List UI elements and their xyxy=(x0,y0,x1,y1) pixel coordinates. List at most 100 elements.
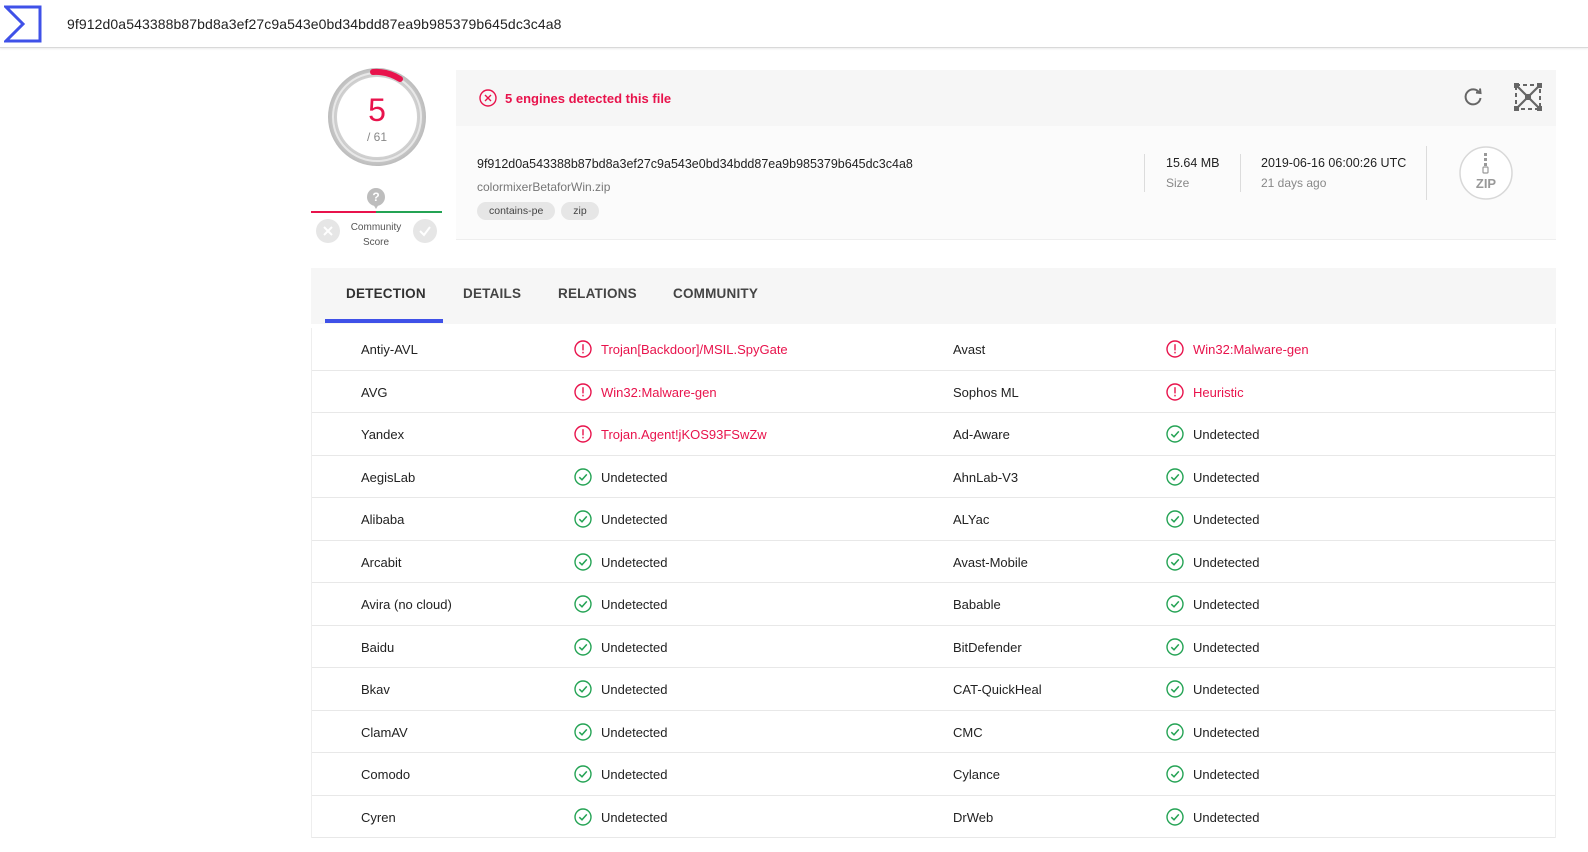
file-type-label: ZIP xyxy=(1475,176,1497,191)
engine-name: AegisLab xyxy=(361,469,416,485)
engine-name: Avast-Mobile xyxy=(953,554,1028,570)
engine-name: Ad-Aware xyxy=(953,427,1010,442)
detection-table: Antiy-AVL Trojan[Backdoor]/MSIL.SpyGate Av… xyxy=(311,328,1556,838)
engine-name: Cyren xyxy=(361,809,396,825)
file-size-value: 15.64 MB xyxy=(1166,156,1220,170)
alert-circle-icon xyxy=(574,425,592,443)
detection-result: Undetected xyxy=(601,597,668,612)
detection-result: Undetected xyxy=(601,512,668,527)
table-row: Yandex Trojan.Agent!jKOS93FSwZw Ad-Aware Un… xyxy=(312,413,1555,456)
refresh-icon[interactable] xyxy=(1462,86,1484,108)
table-row: Antiy-AVL Trojan[Backdoor]/MSIL.SpyGate Av… xyxy=(312,328,1555,371)
detection-result: Undetected xyxy=(1193,469,1260,485)
engine-name: AVG xyxy=(361,384,388,400)
engine-name: Comodo xyxy=(361,767,411,782)
divider xyxy=(1426,146,1427,200)
file-tags: contains-pe zip xyxy=(477,202,599,220)
detection-result: Undetected xyxy=(1193,554,1260,570)
detection-result: Undetected xyxy=(601,809,668,825)
tab-detection[interactable]: DETECTION xyxy=(346,286,426,301)
tag-zip[interactable]: zip xyxy=(561,202,599,220)
check-circle-icon xyxy=(574,637,592,656)
table-row: Alibaba Undetected ALYac Undetected xyxy=(312,498,1555,541)
detection-result[interactable]: Trojan.Agent!jKOS93FSwZw xyxy=(601,427,767,442)
alert-circle-icon xyxy=(1166,382,1184,401)
zip-file-type-icon: ZIP xyxy=(1458,145,1514,201)
engine-name: Bkav xyxy=(361,682,390,697)
divider xyxy=(1144,154,1145,192)
detection-result: Undetected xyxy=(601,724,668,740)
detection-result: Undetected xyxy=(1193,597,1260,612)
analysis-date-value: 2019-06-16 06:00:26 UTC xyxy=(1261,156,1407,170)
virustotal-logo-icon[interactable] xyxy=(4,5,42,43)
table-row: Baidu Undetected BitDefender Undetected xyxy=(312,626,1555,668)
check-circle-icon xyxy=(574,552,592,571)
tab-community[interactable]: COMMUNITY xyxy=(673,286,758,301)
detection-result: Undetected xyxy=(601,639,668,655)
table-row: ClamAV Undetected CMC Undetected xyxy=(312,711,1555,753)
check-circle-icon xyxy=(574,595,592,613)
detection-result[interactable]: Trojan[Backdoor]/MSIL.SpyGate xyxy=(601,342,788,357)
detection-result: Undetected xyxy=(601,469,668,485)
check-circle-icon xyxy=(1166,637,1184,656)
engine-name: DrWeb xyxy=(953,809,994,825)
engine-name: Avira (no cloud) xyxy=(361,597,452,612)
community-score: ? Community Score xyxy=(311,186,442,252)
tab-relations[interactable]: RELATIONS xyxy=(558,286,637,301)
check-circle-icon xyxy=(574,510,592,528)
check-circle-icon xyxy=(574,680,592,698)
engine-name: CAT-QuickHeal xyxy=(953,682,1042,697)
check-circle-icon xyxy=(1166,510,1184,528)
engine-name: ALYac xyxy=(953,512,990,527)
check-circle-icon xyxy=(1166,807,1184,826)
check-icon xyxy=(419,226,431,237)
alert-circle-icon xyxy=(1166,340,1184,358)
check-circle-icon xyxy=(1166,680,1184,698)
table-row: Avira (no cloud) Undetected Babable Undetec… xyxy=(312,583,1555,626)
search-input[interactable]: 9f912d0a543388b87bd8a3ef27c9a543e0bd34bd… xyxy=(67,16,562,32)
file-hash[interactable]: 9f912d0a543388b87bd8a3ef27c9a543e0bd34bd… xyxy=(477,157,913,171)
table-row: Bkav Undetected CAT-QuickHeal Undetected xyxy=(312,668,1555,711)
check-circle-icon xyxy=(1166,425,1184,443)
total-engines: / 61 xyxy=(366,130,387,144)
detection-result[interactable]: Win32:Malware-gen xyxy=(601,385,717,400)
active-tab-indicator xyxy=(325,319,443,323)
check-circle-icon xyxy=(1166,552,1184,571)
detection-result[interactable]: Heuristic xyxy=(1193,385,1244,400)
check-circle-icon xyxy=(1166,765,1184,783)
engine-name: Avast xyxy=(953,342,986,357)
detection-result[interactable]: Win32:Malware-gen xyxy=(1193,342,1309,357)
error-circle-icon xyxy=(479,89,497,107)
detection-result: Undetected xyxy=(1193,427,1260,442)
check-circle-icon xyxy=(574,765,592,783)
detection-result: Undetected xyxy=(1193,639,1260,655)
check-circle-icon xyxy=(1166,595,1184,613)
file-name: colormixerBetaforWin.zip xyxy=(477,180,611,194)
alert-circle-icon xyxy=(574,340,592,358)
file-info-panel: 9f912d0a543388b87bd8a3ef27c9a543e0bd34bd… xyxy=(456,126,1556,240)
detection-result: Undetected xyxy=(601,682,668,697)
vote-harmful-button[interactable] xyxy=(316,219,340,243)
detection-result: Undetected xyxy=(601,767,668,782)
graph-icon[interactable] xyxy=(1513,82,1543,112)
tag-contains-pe[interactable]: contains-pe xyxy=(477,202,556,220)
tab-details[interactable]: DETAILS xyxy=(463,286,521,301)
detection-result: Undetected xyxy=(1193,809,1260,825)
table-row: Arcabit Undetected Avast-Mobile Undetected xyxy=(312,541,1555,583)
alert-text: 5 engines detected this file xyxy=(505,91,672,106)
vote-harmless-button[interactable] xyxy=(413,219,437,243)
detection-alert-bar: 5 engines detected this file xyxy=(456,70,1556,126)
check-circle-icon xyxy=(574,467,592,486)
alert-circle-icon xyxy=(574,382,592,401)
engine-name: Arcabit xyxy=(361,554,402,570)
detection-result: Undetected xyxy=(1193,682,1260,697)
check-circle-icon xyxy=(1166,722,1184,741)
engine-name: Cylance xyxy=(953,767,1000,782)
detection-result: Undetected xyxy=(1193,724,1260,740)
engine-name: Alibaba xyxy=(361,512,405,527)
detection-result: Undetected xyxy=(1193,767,1260,782)
check-circle-icon xyxy=(574,722,592,741)
close-icon xyxy=(323,226,333,236)
table-row: Comodo Undetected Cylance Undetected xyxy=(312,753,1555,796)
positive-bar xyxy=(376,211,442,213)
